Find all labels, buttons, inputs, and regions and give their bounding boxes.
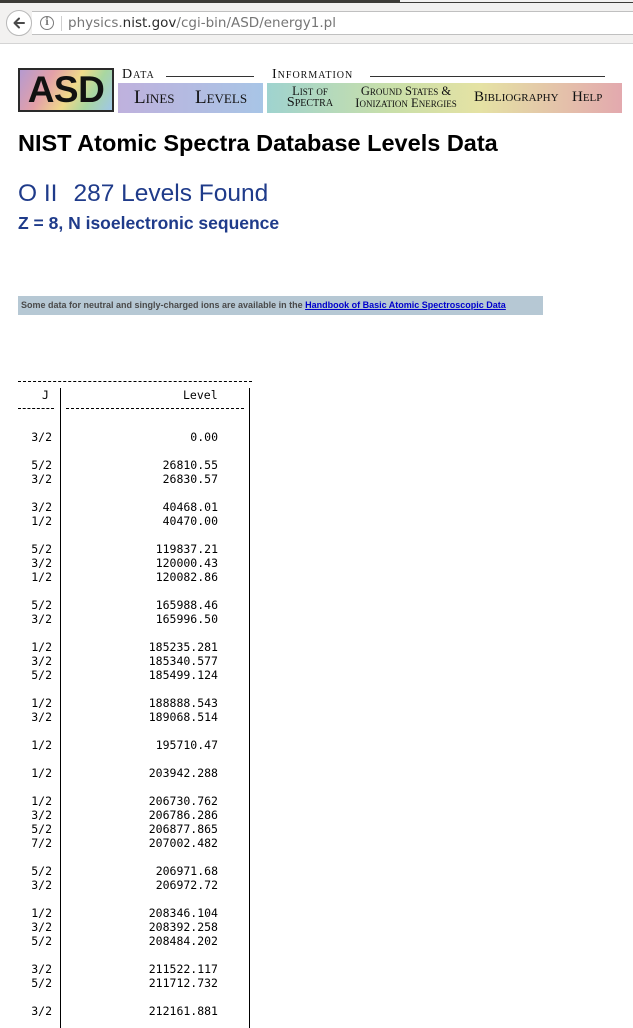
level-j-value: 3/2 xyxy=(31,654,52,668)
level-energy-value: 206971.68 xyxy=(155,864,218,878)
handbook-link[interactable]: Handbook of Basic Atomic Spectroscopic D… xyxy=(305,300,506,310)
browser-toolbar: i physics.nist.gov/cgi-bin/ASD/energy1.p… xyxy=(0,3,633,44)
level-energy-value: 40468.01 xyxy=(162,500,218,514)
level-energy-value: 165996.50 xyxy=(155,612,218,626)
column-divider xyxy=(60,388,61,1028)
nav-list-of-spectra-link[interactable]: List of Spectra xyxy=(280,85,340,110)
header-rule-j xyxy=(18,408,54,409)
nav-help-link[interactable]: Help xyxy=(572,89,602,106)
level-energy-value: 189068.514 xyxy=(148,710,218,724)
level-energy-value: 206972.72 xyxy=(155,878,218,892)
ion-summary: O II 287 Levels Found xyxy=(18,180,284,208)
column-header-level: Level xyxy=(183,388,218,402)
level-energy-value: 185499.124 xyxy=(148,668,218,682)
url-path: /cgi-bin/ASD/energy1.pl xyxy=(176,15,336,31)
level-j-value: 1/2 xyxy=(31,640,52,654)
asd-logo[interactable]: ASD xyxy=(18,68,114,112)
level-energy-value: 207002.482 xyxy=(148,836,218,850)
level-energy-value: 206730.762 xyxy=(148,794,218,808)
back-arrow-icon xyxy=(13,17,25,29)
column-header-j: J xyxy=(42,388,49,402)
data-title-rule xyxy=(166,76,254,77)
level-j-value: 5/2 xyxy=(31,934,52,948)
level-energy-value: 120000.43 xyxy=(155,556,218,570)
level-energy-value: 0.00 xyxy=(190,430,218,444)
levels-found-count: 287 Levels Found xyxy=(73,180,269,207)
asd-banner: ASD Data Information Lines Levels List o… xyxy=(18,67,622,114)
url-text[interactable]: physics.nist.gov/cgi-bin/ASD/energy1.pl xyxy=(68,15,336,31)
level-energy-value: 26810.55 xyxy=(162,458,218,472)
nav-ground-states-line2: Ionization Energies xyxy=(355,96,457,110)
level-j-value: 1/2 xyxy=(31,696,52,710)
level-energy-value: 165988.46 xyxy=(155,598,218,612)
nav-bibliography-link[interactable]: Bibliography xyxy=(474,89,559,106)
level-j-value: 3/2 xyxy=(31,612,52,626)
nav-ground-states-link[interactable]: Ground States & Ionization Energies xyxy=(346,85,466,110)
level-energy-value: 195710.47 xyxy=(155,738,218,752)
level-energy-value: 211712.732 xyxy=(148,976,218,990)
level-energy-value: 211522.117 xyxy=(148,962,218,976)
level-j-value: 5/2 xyxy=(31,542,52,556)
level-j-value: 5/2 xyxy=(31,822,52,836)
level-energy-value: 208484.202 xyxy=(148,934,218,948)
information-section-title: Information xyxy=(272,67,358,83)
level-energy-value: 203942.288 xyxy=(148,766,218,780)
info-icon[interactable]: i xyxy=(40,16,54,30)
level-energy-value: 206877.865 xyxy=(148,822,218,836)
level-j-value: 3/2 xyxy=(31,920,52,934)
window-tab-edge xyxy=(400,0,633,2)
level-energy-value: 188888.543 xyxy=(148,696,218,710)
level-j-value: 3/2 xyxy=(31,1004,52,1018)
level-j-value: 3/2 xyxy=(31,500,52,514)
level-j-value: 1/2 xyxy=(31,738,52,752)
level-j-value: 5/2 xyxy=(31,976,52,990)
notice-text: Some data for neutral and singly-charged… xyxy=(21,300,303,310)
url-separator xyxy=(61,16,62,31)
isoelectronic-sequence: Z = 8, N isoelectronic sequence xyxy=(18,213,280,233)
level-j-value: 5/2 xyxy=(31,598,52,612)
level-j-value: 3/2 xyxy=(31,472,52,486)
address-bar[interactable]: i physics.nist.gov/cgi-bin/ASD/energy1.p… xyxy=(32,11,633,35)
handbook-notice: Some data for neutral and singly-charged… xyxy=(18,296,543,315)
level-energy-value: 185235.281 xyxy=(148,640,218,654)
level-j-value: 1/2 xyxy=(31,794,52,808)
url-host: nist.gov xyxy=(122,15,177,31)
back-button[interactable] xyxy=(6,10,32,36)
table-right-border xyxy=(249,388,250,1028)
level-j-value: 5/2 xyxy=(31,668,52,682)
level-energy-value: 208346.104 xyxy=(148,906,218,920)
nav-levels-link[interactable]: Levels xyxy=(195,87,247,109)
header-rule-level xyxy=(66,408,244,409)
level-energy-value: 206786.286 xyxy=(148,808,218,822)
level-j-value: 3/2 xyxy=(31,430,52,444)
level-energy-value: 208392.258 xyxy=(148,920,218,934)
table-top-rule xyxy=(18,381,252,382)
information-title-rule xyxy=(370,76,605,77)
nav-lines-link[interactable]: Lines xyxy=(134,87,175,109)
page-title: NIST Atomic Spectra Database Levels Data xyxy=(18,130,498,156)
level-j-value: 5/2 xyxy=(31,458,52,472)
level-j-value: 3/2 xyxy=(31,808,52,822)
nav-list-of-spectra-line2: Spectra xyxy=(286,95,334,110)
level-j-value: 1/2 xyxy=(31,514,52,528)
url-prefix: physics. xyxy=(68,15,123,31)
level-j-value: 7/2 xyxy=(31,836,52,850)
level-energy-value: 119837.21 xyxy=(155,542,218,556)
level-j-value: 3/2 xyxy=(31,710,52,724)
level-energy-value: 185340.577 xyxy=(148,654,218,668)
level-energy-value: 120082.86 xyxy=(155,570,218,584)
level-j-value: 3/2 xyxy=(31,556,52,570)
level-j-value: 1/2 xyxy=(31,766,52,780)
level-energy-value: 40470.00 xyxy=(162,514,218,528)
level-j-value: 1/2 xyxy=(31,906,52,920)
ion-name: O II xyxy=(18,180,58,207)
level-energy-value: 212161.881 xyxy=(148,1004,218,1018)
level-j-value: 1/2 xyxy=(31,570,52,584)
level-j-value: 3/2 xyxy=(31,962,52,976)
level-j-value: 5/2 xyxy=(31,864,52,878)
level-energy-value: 26830.57 xyxy=(162,472,218,486)
data-section-title: Data xyxy=(122,67,159,83)
level-j-value: 3/2 xyxy=(31,878,52,892)
